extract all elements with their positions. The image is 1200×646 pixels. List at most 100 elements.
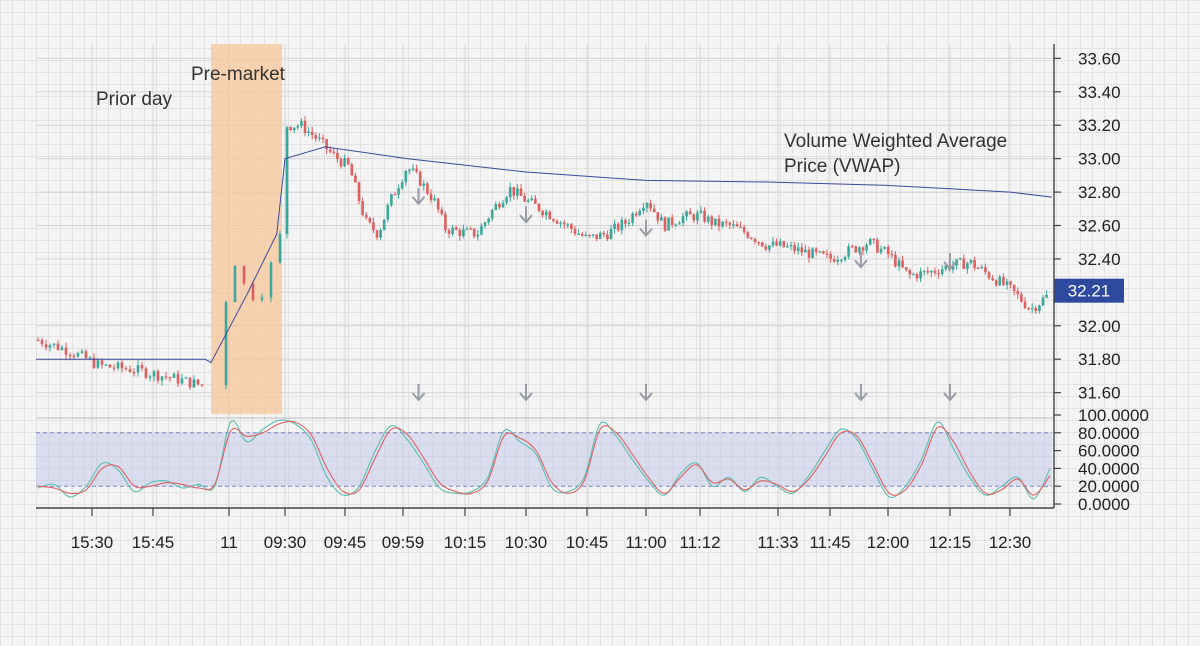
annotation-vwap-line1: Volume Weighted Average [784, 131, 1007, 152]
candle-body [116, 362, 120, 369]
candle-body [80, 351, 84, 353]
candle-body [1020, 294, 1023, 302]
candle-body [598, 232, 602, 239]
candle-body [534, 198, 537, 204]
candle-body [602, 232, 606, 235]
candle-body [180, 378, 184, 384]
candle-body [40, 339, 44, 345]
candle-body [811, 248, 814, 258]
candle-body [188, 377, 192, 388]
candle-body [184, 377, 188, 379]
candle-body [573, 229, 577, 234]
candle-body [807, 249, 811, 258]
candle-body [508, 187, 512, 198]
candle-body [894, 254, 897, 267]
candle-body [1012, 284, 1016, 291]
candle-body [624, 220, 627, 224]
candle-body [462, 229, 465, 237]
time-tick-label: 10:15 [444, 533, 487, 552]
candle-body [829, 254, 832, 260]
oscillator-tick-label: 60.0000 [1078, 442, 1139, 461]
oscillator-signal-arrow [639, 384, 653, 402]
candle-body [426, 183, 429, 194]
candle-body [793, 245, 796, 252]
candle-body [933, 270, 937, 273]
oscillator-zone-band [36, 432, 1052, 487]
candle-body [132, 372, 136, 374]
candle-body [476, 234, 480, 237]
candle-body [980, 267, 984, 269]
candle-body [501, 202, 505, 208]
time-tick-label: 11:33 [757, 533, 798, 552]
candle-body [627, 222, 631, 225]
candle-body [832, 259, 836, 262]
candle-body [411, 168, 415, 170]
candle-body [144, 368, 148, 378]
candle-body [667, 217, 670, 231]
candle-body [196, 379, 200, 385]
candle-body [200, 384, 204, 386]
price-signal-arrow [411, 187, 426, 206]
candle-body [642, 207, 645, 211]
candle-body [172, 373, 176, 378]
candle-body [469, 228, 472, 230]
candle-body [735, 224, 739, 227]
candle-body [357, 182, 361, 202]
candle-body [1027, 308, 1030, 310]
candle-body [688, 211, 692, 215]
candle-body [670, 217, 674, 225]
candle-body [516, 188, 519, 196]
candle-body [354, 175, 357, 183]
oscillator-signal-arrow [854, 384, 868, 402]
candle-body [782, 241, 786, 248]
candle-body [361, 201, 364, 215]
oscillator-signal-arrows [411, 384, 957, 402]
candle-body [789, 245, 793, 247]
candle-body [1038, 305, 1041, 312]
price-tick-label: 33.20 [1078, 116, 1121, 135]
candle-body [940, 269, 944, 274]
candle-body [663, 217, 667, 231]
candle-body [104, 364, 108, 366]
candle-body [750, 237, 753, 239]
candle-body [318, 137, 321, 139]
price-tick-label: 31.60 [1078, 384, 1121, 403]
oscillator-axis: 0.000020.000040.000060.000080.0000100.00… [1054, 406, 1149, 514]
candle-body [164, 376, 168, 378]
candle-body [160, 376, 164, 381]
candle-body [552, 219, 555, 221]
candle-body [440, 209, 444, 215]
time-tick-label: 11:12 [679, 533, 720, 552]
candle-body [724, 221, 728, 223]
candle-body [76, 352, 80, 357]
candle-body [930, 270, 933, 273]
candle-body [634, 213, 638, 216]
candle-body [84, 351, 88, 359]
time-tick-label: 15:30 [71, 533, 114, 552]
time-axis: 15:30 15:45 11 09:30 09:45 09:59 10:15 10:30 10:… [71, 508, 1031, 552]
candle-body [465, 228, 469, 230]
candle-body [451, 227, 454, 234]
candle-body [382, 219, 386, 231]
candle-body [176, 373, 180, 384]
price-signal-arrow [519, 206, 533, 224]
candle-body [168, 377, 172, 379]
price-signal-arrow [639, 219, 653, 238]
candle-body [128, 369, 132, 373]
time-tick-label: 09:30 [264, 533, 307, 552]
candle-body [818, 251, 822, 253]
candle-body [494, 204, 498, 210]
candle-body [140, 364, 144, 369]
candle-body [523, 196, 526, 202]
price-tick-label: 33.00 [1078, 150, 1121, 169]
candle-body [840, 259, 843, 262]
candle-body [969, 259, 973, 264]
candle-body [350, 164, 354, 176]
candle-body [649, 203, 652, 209]
candle-body [796, 247, 800, 252]
candle-body [418, 171, 422, 186]
candle-body [314, 135, 318, 139]
candle-body [771, 241, 775, 246]
candle-body [1041, 297, 1045, 306]
candle-body [588, 234, 591, 237]
